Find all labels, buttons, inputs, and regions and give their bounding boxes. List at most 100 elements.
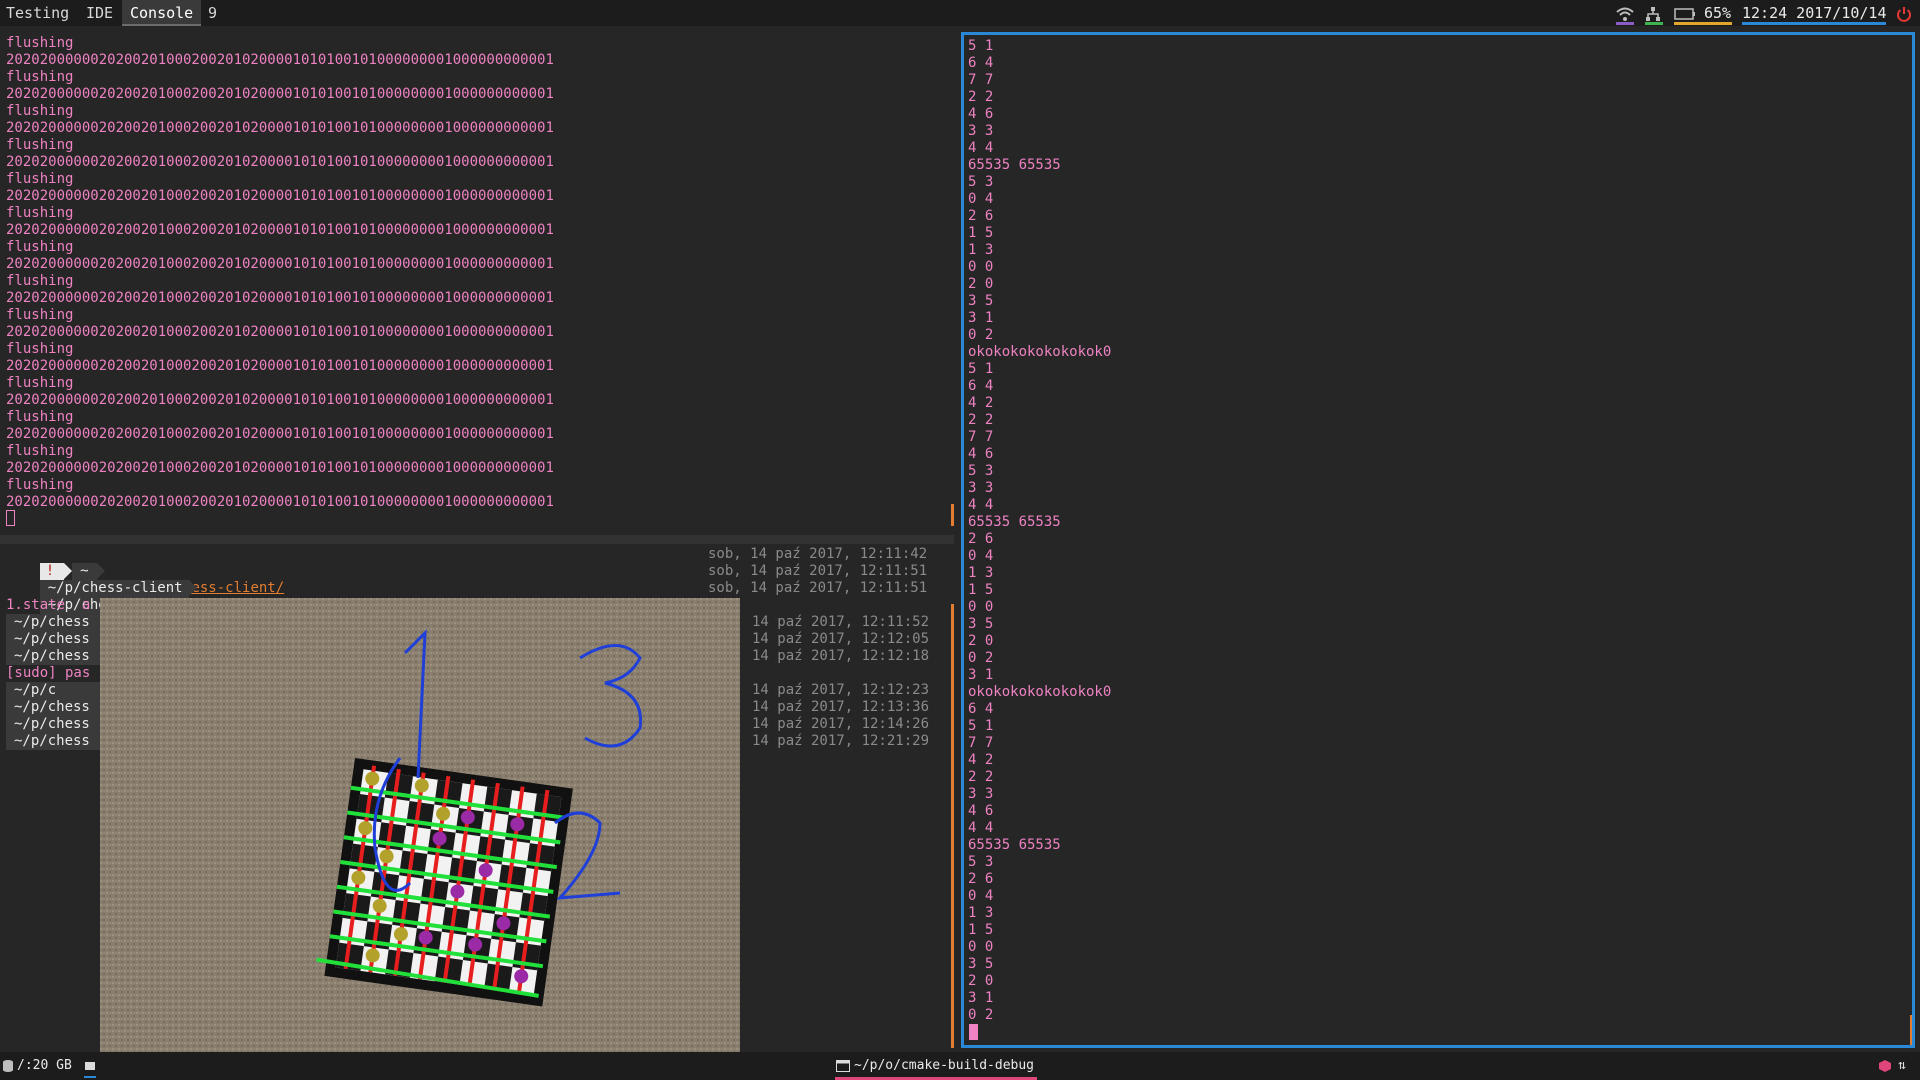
output-line: 0 0 [968, 259, 994, 275]
output-line: 0 4 [968, 191, 994, 207]
output-line: 65535 65535 [968, 514, 1061, 530]
output-line: flushing [6, 35, 74, 51]
workspace-ide[interactable]: IDE [86, 0, 113, 26]
history-timestamp: 14 paź 2017, 12:12:18 [752, 648, 930, 664]
output-line: 2020200000020200201000200201020000101010… [6, 426, 554, 442]
output-line: 2020200000020200201000200201020000101010… [6, 154, 554, 170]
output-line: 65535 65535 [968, 837, 1061, 853]
scrollbar[interactable] [1910, 1015, 1912, 1045]
tray-indicator [84, 1076, 96, 1078]
wifi-indicator-line [1616, 22, 1634, 25]
sync-arrows-icon[interactable]: ⇅ [1898, 1052, 1906, 1080]
app-tray-icon[interactable] [1878, 1052, 1892, 1080]
workspace-testing[interactable]: Testing [6, 0, 69, 26]
output-line: flushing [6, 69, 74, 85]
output-line: 6 4 [968, 55, 994, 71]
pane-divider [0, 535, 954, 544]
output-line: 2 6 [968, 871, 994, 887]
history-timestamps: 14 paź 2017, 12:11:52 14 paź 2017, 12:12:… [752, 614, 929, 750]
chessboard-detection-image [100, 598, 740, 1080]
history-prompts: ~/p/chess ~/p/chess ~/p/chess [sudo] pas ~/p… [6, 614, 106, 750]
output-line: 4 4 [968, 140, 994, 156]
output-line: okokokokokokokok0 [968, 684, 1112, 700]
output-line: 2020200000020200201000200201020000101010… [6, 358, 554, 374]
output-line: 2020200000020200201000200201020000101010… [6, 256, 554, 272]
output-line: 5 3 [968, 174, 994, 190]
output-line: 1 3 [968, 242, 994, 258]
output-line: 5 1 [968, 361, 994, 377]
output-line: 3 3 [968, 786, 994, 802]
output-line: 4 4 [968, 820, 994, 836]
output-line: 2 0 [968, 633, 994, 649]
output-line: 4 2 [968, 395, 994, 411]
output-line: 2 6 [968, 208, 994, 224]
output-line: 6 4 [968, 701, 994, 717]
history-timestamp: 14 paź 2017, 12:21:29 [752, 733, 930, 749]
output-line: flushing [6, 375, 74, 391]
output-line: 2 0 [968, 973, 994, 989]
history-timestamp: 14 paź 2017, 12:14:26 [752, 716, 930, 732]
output-line: flushing [6, 477, 74, 493]
output-line: 5 3 [968, 463, 994, 479]
output-line: 7 7 [968, 429, 994, 445]
workspace-console[interactable]: Console [122, 0, 202, 26]
scrollbar[interactable] [951, 604, 954, 1048]
output-line: 2020200000020200201000200201020000101010… [6, 392, 554, 408]
output-line: 2020200000020200201000200201020000101010… [6, 324, 554, 340]
disk-usage: /:20 GB [17, 1058, 72, 1073]
output-line: 4 4 [968, 497, 994, 513]
output-line: 2020200000020200201000200201020000101010… [6, 494, 554, 510]
image-viewer-window[interactable]: 1 2 3 [100, 598, 740, 1080]
output-line: flushing [6, 137, 74, 153]
output-line: 3 5 [968, 956, 994, 972]
terminal-top-left[interactable]: flushing 20202000000202002010002002010200… [0, 32, 954, 535]
output-line: 2 0 [968, 276, 994, 292]
timestamp: sob, 14 paź 2017, 12:11:42 [708, 546, 928, 562]
output-line: 0 2 [968, 327, 994, 343]
output-line: 5 1 [968, 38, 994, 54]
output-line: 3 1 [968, 667, 994, 683]
output-line: 7 7 [968, 735, 994, 751]
power-icon[interactable] [1896, 0, 1912, 26]
output-line: 0 4 [968, 888, 994, 904]
bottom-status-bar: /:20 GB ~/p/o/cmake-build-debug ⇅ [0, 1052, 1920, 1080]
history-timestamp: 14 paź 2017, 12:12:23 [752, 682, 930, 698]
output-line: okokokokokokokok0 [968, 344, 1112, 360]
history-timestamp: 14 paź 2017, 12:13:36 [752, 699, 930, 715]
output-line: 4 6 [968, 803, 994, 819]
output-line: 65535 65535 [968, 157, 1061, 173]
history-prompt: ~/p/c [6, 682, 100, 699]
output-line: 2020200000020200201000200201020000101010… [6, 222, 554, 238]
output-line: 2020200000020200201000200201020000101010… [6, 52, 554, 68]
terminal-output: 5 16 47 72 24 63 34 4 65535 65535 5 30 42 … [968, 38, 1111, 1024]
network-indicator-line [1645, 22, 1663, 25]
terminal-right[interactable]: 5 16 47 72 24 63 34 4 65535 65535 5 30 42 … [961, 32, 1915, 1048]
output-line: 3 5 [968, 293, 994, 309]
history-prompt: ~/p/chess [6, 699, 100, 716]
history-timestamp: 14 paź 2017, 12:12:05 [752, 631, 930, 647]
terminal-cursor [6, 510, 15, 526]
workspace-9[interactable]: 9 [208, 0, 217, 26]
output-line: 3 3 [968, 480, 994, 496]
output-line: 2020200000020200201000200201020000101010… [6, 188, 554, 204]
scrollbar[interactable] [951, 504, 954, 526]
output-line: 2 2 [968, 89, 994, 105]
terminal-output: flushing 20202000000202002010002002010200… [6, 35, 554, 511]
output-line: flushing [6, 409, 74, 425]
history-timestamp [752, 665, 929, 682]
active-window-title[interactable]: ~/p/o/cmake-build-debug [854, 1052, 1034, 1080]
output-line: 1 5 [968, 922, 994, 938]
output-line: 4 6 [968, 106, 994, 122]
output-line: 2 6 [968, 531, 994, 547]
clock-indicator-line [1742, 22, 1886, 25]
output-line: 7 7 [968, 72, 994, 88]
output-line: 1 5 [968, 582, 994, 598]
output-line: 1 5 [968, 225, 994, 241]
output-line: flushing [6, 307, 74, 323]
output-line: 2020200000020200201000200201020000101010… [6, 290, 554, 306]
history-timestamp: 14 paź 2017, 12:11:52 [752, 614, 930, 630]
history-prompt: ~/p/chess [6, 631, 100, 648]
output-line: 4 2 [968, 752, 994, 768]
output-line: 4 6 [968, 446, 994, 462]
output-line: 3 3 [968, 123, 994, 139]
